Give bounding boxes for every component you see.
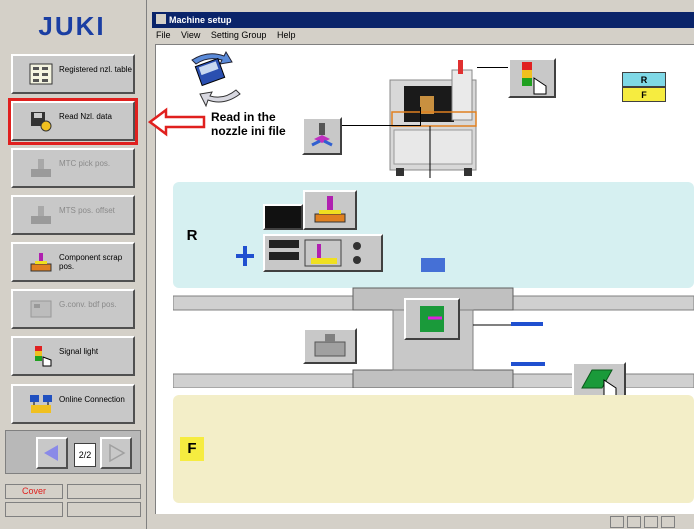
status-cell bbox=[67, 502, 141, 517]
component-scrap-icon bbox=[30, 253, 52, 272]
rf-legend: R F bbox=[622, 72, 666, 104]
window-title-bar: Machine setup bbox=[152, 12, 694, 28]
cover-status: Cover bbox=[5, 484, 63, 499]
online-connection-icon bbox=[30, 395, 52, 413]
signal-light-icon bbox=[35, 346, 52, 367]
front-label: F bbox=[180, 437, 204, 461]
status-cell bbox=[610, 516, 624, 528]
button-label: MTC pick pos. bbox=[59, 159, 111, 168]
button-label: Signal light bbox=[59, 347, 99, 356]
signal-light-button[interactable]: Signal light bbox=[11, 336, 135, 376]
prev-page-button[interactable] bbox=[36, 437, 68, 469]
app-icon bbox=[156, 14, 166, 24]
status-cell bbox=[5, 502, 63, 517]
juki-logo: JUKI bbox=[38, 11, 106, 41]
offset-icon bbox=[31, 206, 51, 224]
status-cell bbox=[627, 516, 641, 528]
nozzle-table-icon bbox=[29, 63, 53, 85]
menu-view[interactable]: View bbox=[181, 30, 200, 40]
component-scrap-pos-button[interactable]: Component scrap pos. bbox=[11, 242, 135, 282]
nozzle-station-icon bbox=[314, 196, 346, 223]
highlight-box bbox=[8, 98, 138, 145]
left-panel: JUKI Registered nzl. table Read Nzl. dat… bbox=[0, 0, 147, 529]
page-indicator: 2/2 bbox=[74, 443, 96, 467]
menu-file[interactable]: File bbox=[156, 30, 171, 40]
button-label: MTS pos. offset bbox=[59, 206, 115, 215]
conveyor-icon bbox=[30, 300, 52, 318]
button-label: Registered nzl. table bbox=[59, 65, 132, 74]
next-page-button[interactable] bbox=[100, 437, 132, 469]
connector-line bbox=[477, 67, 509, 68]
status-bar bbox=[155, 514, 694, 529]
mtc-pick-pos-button[interactable]: MTC pick pos. bbox=[11, 148, 135, 188]
signal-light-canvas-button[interactable] bbox=[508, 58, 556, 98]
signal-light-icon bbox=[522, 62, 547, 95]
nozzle-button[interactable] bbox=[302, 117, 342, 155]
g-conv-bdf-pos-button[interactable]: G.conv. bdf pos. bbox=[11, 289, 135, 329]
connector-line bbox=[420, 107, 421, 126]
registered-nozzle-table-button[interactable]: Registered nzl. table bbox=[11, 54, 135, 94]
rear-label: R bbox=[180, 224, 204, 248]
annotation-text: Read in the nozzle ini file bbox=[211, 110, 286, 138]
button-label: Component scrap pos. bbox=[59, 253, 123, 271]
mts-pos-offset-button[interactable]: MTS pos. offset bbox=[11, 195, 135, 235]
button-label: G.conv. bdf pos. bbox=[59, 300, 117, 309]
button-label: Online Connection bbox=[59, 395, 125, 404]
legend-r: R bbox=[622, 72, 666, 87]
menu-setting-group[interactable]: Setting Group bbox=[211, 30, 267, 40]
annotation-arrow-icon bbox=[148, 107, 206, 137]
board-position-icon bbox=[420, 306, 444, 332]
nozzle-station-button[interactable] bbox=[303, 190, 357, 230]
sensor-button[interactable] bbox=[303, 328, 357, 364]
legend-f: F bbox=[622, 87, 666, 102]
status-cell bbox=[661, 516, 675, 528]
status-indicators: Cover bbox=[5, 480, 141, 520]
window-title: Machine setup bbox=[169, 15, 232, 25]
connector-line bbox=[342, 125, 420, 126]
left-arrow-icon bbox=[44, 445, 58, 461]
sensor-icon bbox=[314, 334, 346, 357]
right-arrow-icon bbox=[109, 443, 126, 463]
status-cell bbox=[67, 484, 141, 499]
online-connection-button[interactable]: Online Connection bbox=[11, 384, 135, 424]
monitor-button[interactable] bbox=[263, 204, 303, 230]
board-position-button[interactable] bbox=[404, 298, 460, 340]
nozzle-icon bbox=[311, 123, 333, 147]
menu-bar: File View Setting Group Help bbox=[152, 28, 694, 42]
page-navigation: 2/2 bbox=[5, 430, 141, 474]
machine-illustration bbox=[389, 60, 477, 178]
front-panel bbox=[173, 395, 694, 503]
status-cell bbox=[644, 516, 658, 528]
pick-position-icon bbox=[31, 159, 51, 177]
menu-help[interactable]: Help bbox=[277, 30, 296, 40]
board-transfer-icon bbox=[581, 369, 617, 397]
file-transfer-icon bbox=[191, 50, 241, 108]
